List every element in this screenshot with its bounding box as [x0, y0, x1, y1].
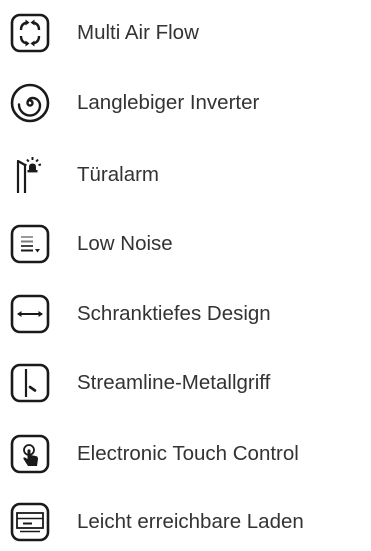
feature-label-cabinet-depth: Schranktiefes Design	[77, 302, 271, 325]
feature-item-door-alarm: Türalarm	[0, 150, 371, 200]
inverter-spiral-icon	[8, 81, 52, 125]
feature-item-touch-control: Electronic Touch Control	[0, 429, 371, 479]
door-alarm-icon	[8, 153, 52, 197]
feature-item-low-noise: Low Noise	[0, 219, 371, 269]
cabinet-depth-icon	[8, 292, 52, 336]
feature-label-touch-control: Electronic Touch Control	[77, 442, 299, 465]
feature-label-drawer: Leicht erreichbare Laden	[77, 510, 304, 533]
low-noise-icon	[8, 222, 52, 266]
feature-item-drawer: Leicht erreichbare Laden	[0, 497, 371, 547]
feature-list: Multi Air Flow Langlebiger Inverter Türa…	[0, 0, 371, 551]
feature-item-metal-handle: Streamline-Metallgriff	[0, 358, 371, 408]
metal-handle-icon	[8, 361, 52, 405]
feature-label-metal-handle: Streamline-Metallgriff	[77, 371, 271, 394]
drawer-icon	[8, 500, 52, 544]
feature-item-cabinet-depth: Schranktiefes Design	[0, 289, 371, 339]
feature-label-low-noise: Low Noise	[77, 232, 173, 255]
feature-label-multi-air-flow: Multi Air Flow	[77, 21, 199, 44]
feature-item-inverter: Langlebiger Inverter	[0, 78, 371, 128]
feature-label-inverter: Langlebiger Inverter	[77, 91, 260, 114]
touch-control-icon	[8, 432, 52, 476]
feature-item-multi-air-flow: Multi Air Flow	[0, 8, 371, 58]
feature-label-door-alarm: Türalarm	[77, 163, 160, 186]
multi-air-flow-icon	[8, 11, 52, 55]
